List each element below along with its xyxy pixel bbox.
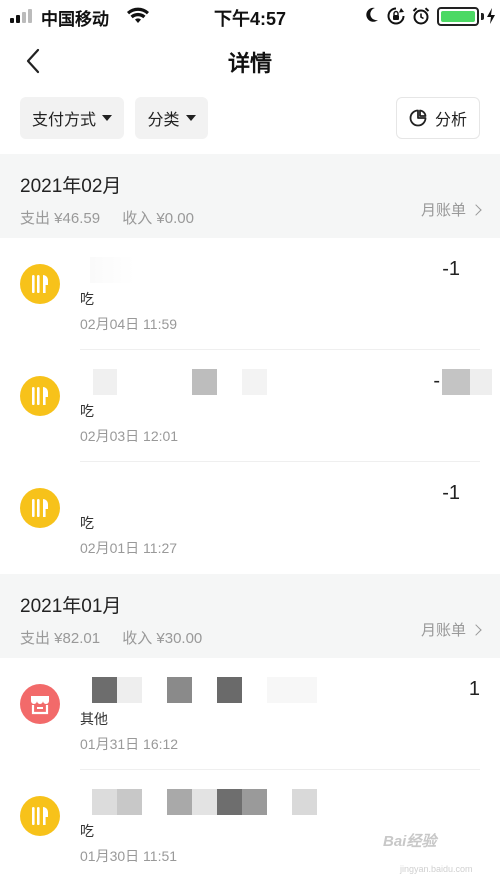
month-summary: 支出 ¥82.01 收入 ¥30.00: [20, 627, 220, 648]
battery-cap: [481, 13, 484, 20]
blurred-amount: [470, 369, 492, 395]
month-header: 2021年02月 支出 ¥46.59 收入 ¥0.00 月账单: [0, 154, 500, 238]
alarm-icon: [412, 7, 430, 25]
monthly-bill-link[interactable]: 月账单: [420, 619, 482, 640]
blurred-title: [217, 677, 242, 703]
watermark-url: jingyan.baidu.com: [400, 864, 473, 874]
transaction-category: 吃: [80, 291, 94, 307]
analysis-button[interactable]: 分析: [396, 97, 480, 139]
battery-icon: [437, 7, 479, 26]
transaction-category: 吃: [80, 403, 94, 419]
blurred-title: [117, 789, 142, 815]
transaction-time: 02月03日 12:01: [80, 428, 179, 444]
chevron-right-icon: [470, 203, 482, 216]
monthly-bill-label: 月账单: [420, 202, 466, 219]
month-header: 2021年01月 支出 ¥82.01 收入 ¥30.00 月账单: [0, 574, 500, 658]
blurred-title: [292, 789, 317, 815]
transaction-amount: -1: [442, 482, 460, 504]
transaction-row[interactable]: 吃 02月01日 11:27 -1: [0, 462, 500, 574]
month-title: 2021年02月: [20, 176, 122, 197]
blurred-title: [192, 369, 217, 395]
blurred-title: [117, 677, 142, 703]
blurred-title: [242, 369, 267, 395]
month-title: 2021年01月: [20, 596, 122, 617]
blurred-title: [192, 789, 217, 815]
caret-down-icon: [185, 115, 196, 121]
caret-down-icon: [102, 115, 112, 121]
pie-chart-icon: [409, 109, 427, 127]
transaction-category: 吃: [80, 823, 94, 839]
monthly-bill-label: 月账单: [420, 622, 466, 639]
transaction-time: 02月04日 11:59: [80, 316, 178, 332]
payment-method-label: 支付方式: [31, 112, 96, 129]
nav-bar: 详情: [0, 32, 500, 90]
month-expense: 支出 ¥82.01: [20, 630, 101, 647]
month-income: 收入 ¥0.00: [122, 210, 194, 227]
transaction-time: 01月31日 16:12: [80, 736, 179, 752]
filter-bar: 支付方式 分类 分析: [0, 97, 500, 141]
blurred-title: [217, 789, 242, 815]
payment-method-filter[interactable]: 支付方式: [20, 97, 124, 139]
transaction-row[interactable]: 吃 02月04日 11:59 -1: [0, 238, 500, 350]
shop-icon: [20, 684, 60, 724]
category-filter-label: 分类: [147, 112, 180, 129]
monthly-bill-link[interactable]: 月账单: [420, 199, 482, 220]
blurred-title: [93, 369, 117, 395]
transaction-category: 吃: [80, 515, 94, 531]
utensils-icon: [20, 796, 60, 836]
blurred-amount: [442, 369, 470, 395]
transaction-amount: -1: [442, 258, 460, 280]
transaction-row[interactable]: 吃 02月03日 12:01 -: [0, 350, 500, 462]
transaction-time: 01月30日 11:51: [80, 848, 178, 864]
blurred-title: [267, 677, 317, 703]
transaction-amount: 1: [468, 678, 480, 700]
watermark-logo: Bai经验: [383, 833, 437, 850]
month-expense: 支出 ¥46.59: [20, 210, 101, 227]
category-filter[interactable]: 分类: [135, 97, 208, 139]
transaction-category: 其他: [80, 711, 108, 727]
transaction-amount: -: [433, 370, 440, 392]
utensils-icon: [20, 264, 60, 304]
analysis-label: 分析: [434, 112, 467, 129]
charging-icon: [487, 8, 495, 24]
rotation-lock-icon: [387, 7, 405, 25]
blurred-title: [167, 677, 192, 703]
blurred-title: [242, 789, 267, 815]
chevron-right-icon: [470, 623, 482, 636]
blurred-title: [92, 677, 117, 703]
page-title: 详情: [227, 51, 272, 76]
blurred-title: [92, 789, 117, 815]
blurred-title: [90, 257, 135, 283]
moon-icon: [366, 7, 378, 22]
status-bar: 中国移动 下午4:57: [0, 0, 500, 32]
blurred-title: [167, 789, 192, 815]
utensils-icon: [20, 488, 60, 528]
transaction-time: 02月01日 11:27: [80, 540, 178, 556]
utensils-icon: [20, 376, 60, 416]
month-summary: 支出 ¥46.59 收入 ¥0.00: [20, 207, 212, 228]
transaction-row[interactable]: 其他 01月31日 16:12 1: [0, 658, 500, 770]
month-income: 收入 ¥30.00: [122, 630, 203, 647]
